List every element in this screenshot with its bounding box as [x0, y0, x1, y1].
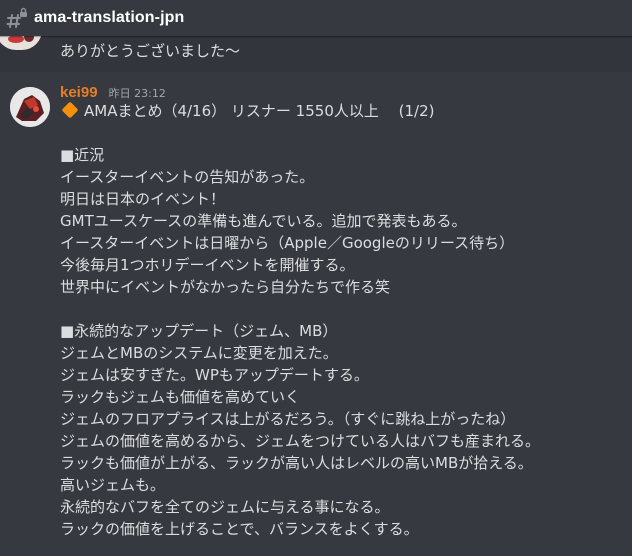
- hash-lock-icon: [6, 7, 28, 29]
- message-line: GMTユースケースの準備も進んでいる。追加で発表もある。: [60, 212, 467, 230]
- message-line: ラックの価値を上げることで、バランスをよくする。: [60, 520, 419, 538]
- message-line: 永続的なバフを全てのジェムに与える事になる。: [60, 498, 390, 516]
- orange-diamond-icon: [61, 101, 79, 119]
- message-line: ジェムのフロアプライスは上がるだろう。（すぐに跳ね上がったね）: [60, 410, 516, 428]
- message-line: ラックもジェムも価値を高めていく: [60, 388, 301, 406]
- message-line: 今後毎月1つホリデーイベントを開催する。: [60, 256, 355, 274]
- section-heading: ■永続的なアップデート（ジェム、MB）: [60, 322, 338, 340]
- message-body: ■近況 イースターイベントの告知があった。 明日は日本のイベント！ GMTユース…: [60, 144, 540, 540]
- message-line: ジェムは安すぎた。WPもアップデートする。: [60, 366, 369, 384]
- timestamp: 昨日 23:12: [108, 87, 166, 100]
- message-line: ジェムとMBのシステムに変更を加えた。: [60, 344, 338, 362]
- avatar[interactable]: [10, 87, 50, 127]
- message-line: 明日は日本のイベント！: [60, 190, 226, 208]
- message-line: 世界中にイベントがなかったら自分たちで作る笑: [60, 278, 391, 296]
- message-line: イースターイベントの告知があった。: [60, 168, 315, 186]
- message-line: ラックも価値が上がる、ラックが高い人はレベルの高いMBが拾える。: [60, 454, 533, 472]
- channel-header: ama-translation-jpn: [0, 0, 632, 36]
- message-text: ありがとうございました〜: [60, 42, 241, 60]
- previous-message[interactable]: ありがとうございました〜: [0, 30, 632, 72]
- message-line: イースターイベントは日曜から（Apple／Googleのリリース待ち）: [60, 234, 515, 252]
- section-heading: ■近況: [60, 146, 105, 164]
- message-title-line: AMAまとめ（4/16） リスナー 1550人以上 (1/2): [60, 100, 434, 122]
- message-title: AMAまとめ（4/16） リスナー 1550人以上 (1/2): [84, 102, 435, 120]
- channel-name[interactable]: ama-translation-jpn: [34, 9, 184, 27]
- message-line: ジェムの価値を高めるから、ジェムをつけている人はバフも産まれる。: [60, 432, 541, 450]
- message-line: 高いジェムも。: [60, 476, 166, 494]
- username[interactable]: kei99: [60, 84, 98, 101]
